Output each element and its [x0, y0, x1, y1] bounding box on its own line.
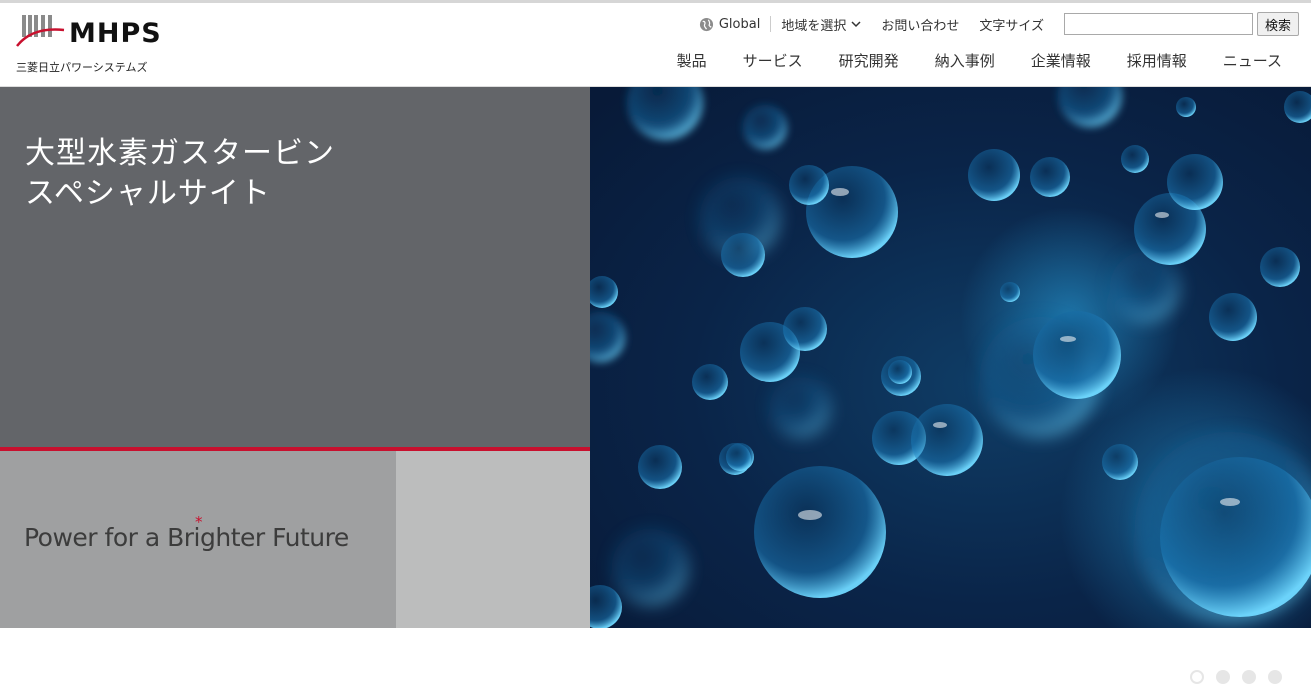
carousel-dot-4[interactable]	[1268, 670, 1282, 684]
carousel-dot-3[interactable]	[1242, 670, 1256, 684]
nav-item-careers[interactable]: 採用情報	[1127, 50, 1187, 71]
utility-bar: Global 地域を選択 お問い合わせ 文字サイズ 検索	[699, 11, 1299, 37]
water-bubbles-image[interactable]	[590, 87, 1311, 628]
globe-icon	[699, 17, 714, 32]
carousel-dot-1[interactable]	[1190, 670, 1204, 684]
hero-carousel[interactable]: 大型水素ガスタービン スペシャルサイト * Power for a Bright…	[0, 87, 1311, 684]
search-button[interactable]: 検索	[1256, 12, 1299, 36]
nav-item-services[interactable]: サービス	[743, 50, 803, 71]
company-name: 三菱日立パワーシステムズ	[16, 61, 148, 74]
carousel-dot-2[interactable]	[1216, 670, 1230, 684]
search-input[interactable]	[1063, 13, 1253, 35]
logo-text: MHPS	[69, 18, 162, 49]
region-select[interactable]: 地域を選択	[781, 15, 861, 34]
chevron-down-icon	[851, 20, 861, 28]
hero-title-block: 大型水素ガスタービン スペシャルサイト	[0, 87, 590, 447]
decorative-block	[396, 451, 590, 628]
global-link[interactable]: Global	[699, 17, 760, 32]
main-nav: 製品 サービス 研究開発 納入事例 企業情報 採用情報 ニュース	[641, 50, 1282, 71]
font-size-link[interactable]: 文字サイズ	[979, 15, 1044, 34]
hero-title-line-1: 大型水素ガスタービン	[25, 136, 335, 171]
nav-item-products[interactable]: 製品	[677, 50, 707, 71]
nav-item-delivery-records[interactable]: 納入事例	[935, 50, 995, 71]
hero-title-line-2: スペシャルサイト	[25, 176, 271, 211]
carousel-dots	[1190, 670, 1294, 684]
tagline: Power for a Brighter Future	[24, 523, 349, 552]
global-label: Global	[718, 16, 761, 32]
hero-text-panel[interactable]: 大型水素ガスタービン スペシャルサイト * Power for a Bright…	[0, 87, 590, 628]
site-header: MHPS 三菱日立パワーシステムズ Global 地域を選択 お問い合わせ 文字…	[0, 3, 1311, 87]
region-label: 地域を選択	[781, 18, 847, 34]
separator	[770, 16, 772, 32]
nav-item-news[interactable]: ニュース	[1223, 50, 1282, 71]
logo[interactable]: MHPS 三菱日立パワーシステムズ	[16, 14, 186, 76]
nav-item-company-info[interactable]: 企業情報	[1031, 50, 1091, 71]
nav-item-research[interactable]: 研究開発	[839, 50, 899, 71]
tagline-block: * Power for a Brighter Future	[0, 451, 396, 628]
hero-title: 大型水素ガスタービン スペシャルサイト	[25, 134, 335, 214]
contact-link[interactable]: お問い合わせ	[881, 15, 959, 34]
mhps-logo-mark-icon	[16, 15, 65, 47]
